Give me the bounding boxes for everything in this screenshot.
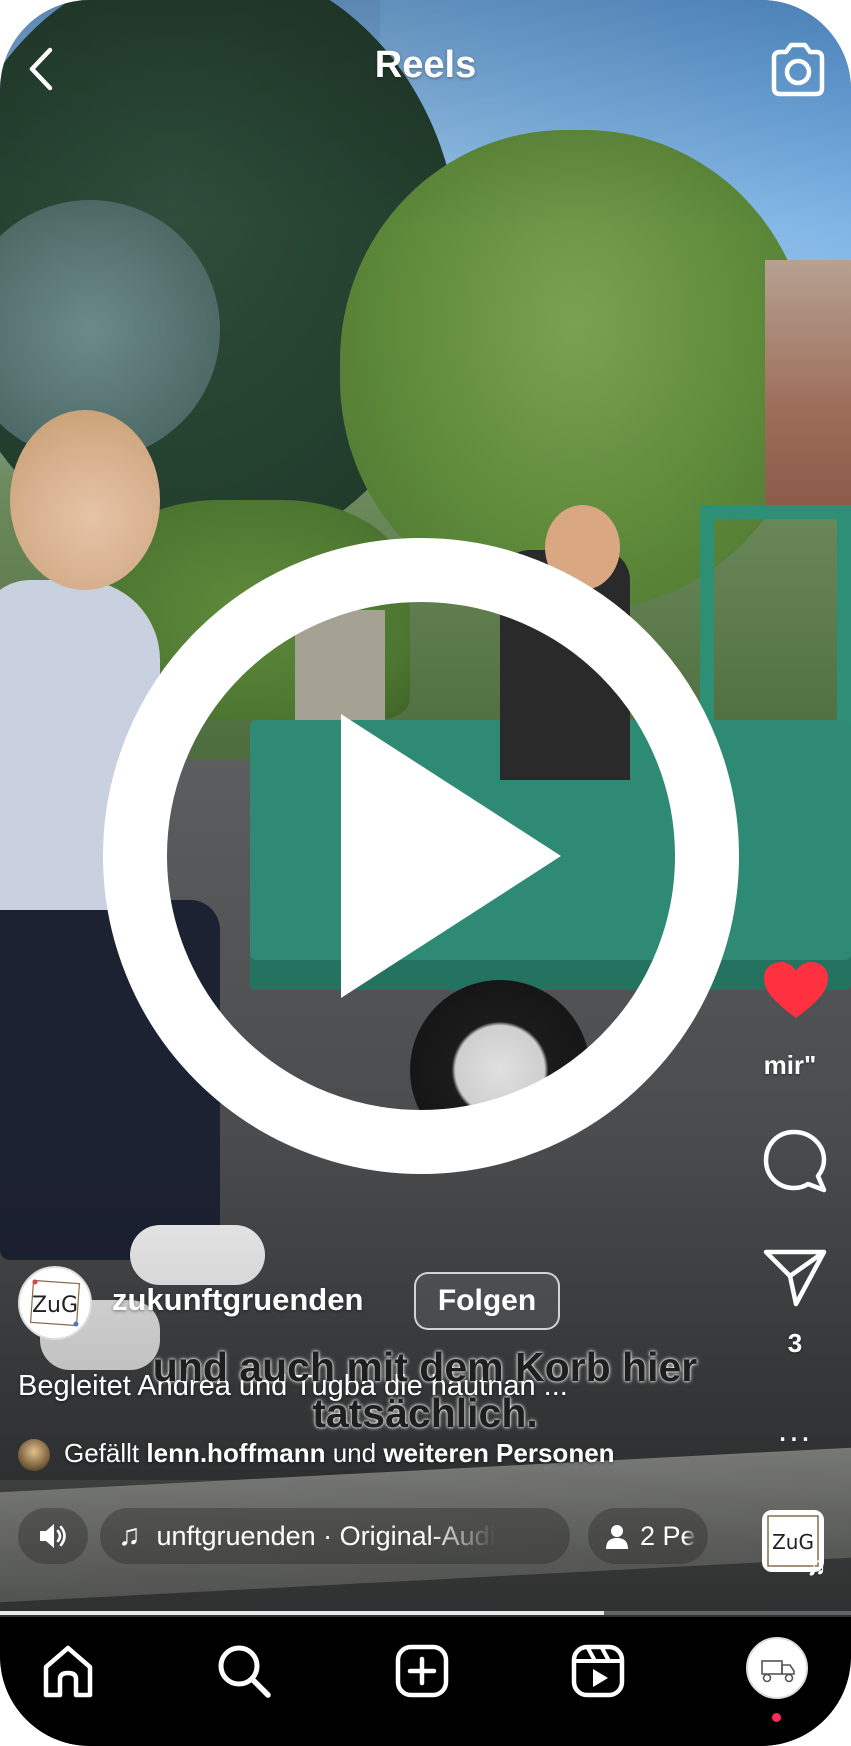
nav-create-button[interactable] xyxy=(392,1641,452,1701)
like-button[interactable] xyxy=(762,960,830,1022)
tagged-people-label: 2 Pe xyxy=(640,1520,696,1551)
home-icon xyxy=(43,1645,93,1698)
liked-by-row[interactable]: Gefällt lenn.hoffmann und weiteren Perso… xyxy=(18,1438,738,1474)
author-username[interactable]: zukunftgruenden xyxy=(112,1282,363,1318)
likes-prefix: Gefällt xyxy=(64,1438,140,1468)
zug-logo: ZuG xyxy=(22,1270,88,1336)
more-horizontal-icon: ... xyxy=(777,1411,813,1449)
tagged-people-button[interactable]: 2 Pe xyxy=(588,1508,708,1564)
nav-reels-button[interactable] xyxy=(568,1641,628,1701)
music-note-icon: ♫ xyxy=(806,1550,827,1581)
more-options-button[interactable]: ... xyxy=(762,1413,828,1450)
plus-square-icon xyxy=(395,1644,449,1698)
video-progress-fill xyxy=(0,1611,605,1615)
share-count: 3 xyxy=(787,1328,803,1358)
play-button[interactable] xyxy=(103,538,739,1174)
liker-username[interactable]: lenn.hoffmann xyxy=(146,1438,325,1468)
heart-filled-icon xyxy=(764,962,828,1018)
page-title: Reels xyxy=(374,44,477,86)
nav-search-button[interactable] xyxy=(214,1641,274,1701)
follow-button[interactable]: Folgen xyxy=(414,1272,560,1330)
likes-middle: und xyxy=(332,1438,377,1468)
volume-button[interactable] xyxy=(18,1508,88,1564)
reels-icon xyxy=(571,1644,625,1698)
share-button[interactable] xyxy=(762,1246,828,1308)
notification-dot xyxy=(772,1713,781,1722)
author-avatar[interactable]: ZuG xyxy=(18,1266,92,1340)
comment-button[interactable] xyxy=(762,1128,828,1194)
person-icon xyxy=(606,1525,628,1549)
video-progress-bar[interactable] xyxy=(0,1611,851,1615)
bottom-navigation xyxy=(0,1617,851,1746)
search-icon xyxy=(218,1645,271,1698)
camera-button[interactable] xyxy=(766,38,830,102)
send-icon xyxy=(763,1249,827,1307)
audio-track-label: unftgruenden · Original-Audi xyxy=(156,1520,496,1551)
reels-screen: Reels mir" 3 ... ZuG ♫ ZuG zukunftgruend… xyxy=(0,0,851,1746)
svg-text:ZuG: ZuG xyxy=(32,1293,78,1318)
likes-others[interactable]: weiteren Personen xyxy=(383,1438,614,1468)
nav-profile-avatar[interactable] xyxy=(746,1637,808,1699)
nav-home-button[interactable] xyxy=(38,1641,98,1701)
music-note-icon: ♫ xyxy=(118,1519,141,1552)
original-audio-button[interactable]: ♫ unftgruenden · Original-Audi xyxy=(100,1508,570,1564)
play-icon xyxy=(341,714,561,998)
profile-avatar-icon xyxy=(749,1640,805,1696)
like-count: mir" xyxy=(763,1050,817,1080)
video-subtitle: und auch mit dem Korb hier tatsächlich. xyxy=(152,1344,698,1436)
camera-icon xyxy=(771,42,825,97)
volume-icon xyxy=(40,1524,66,1548)
comment-icon xyxy=(763,1129,827,1193)
liker-avatar xyxy=(18,1439,50,1472)
